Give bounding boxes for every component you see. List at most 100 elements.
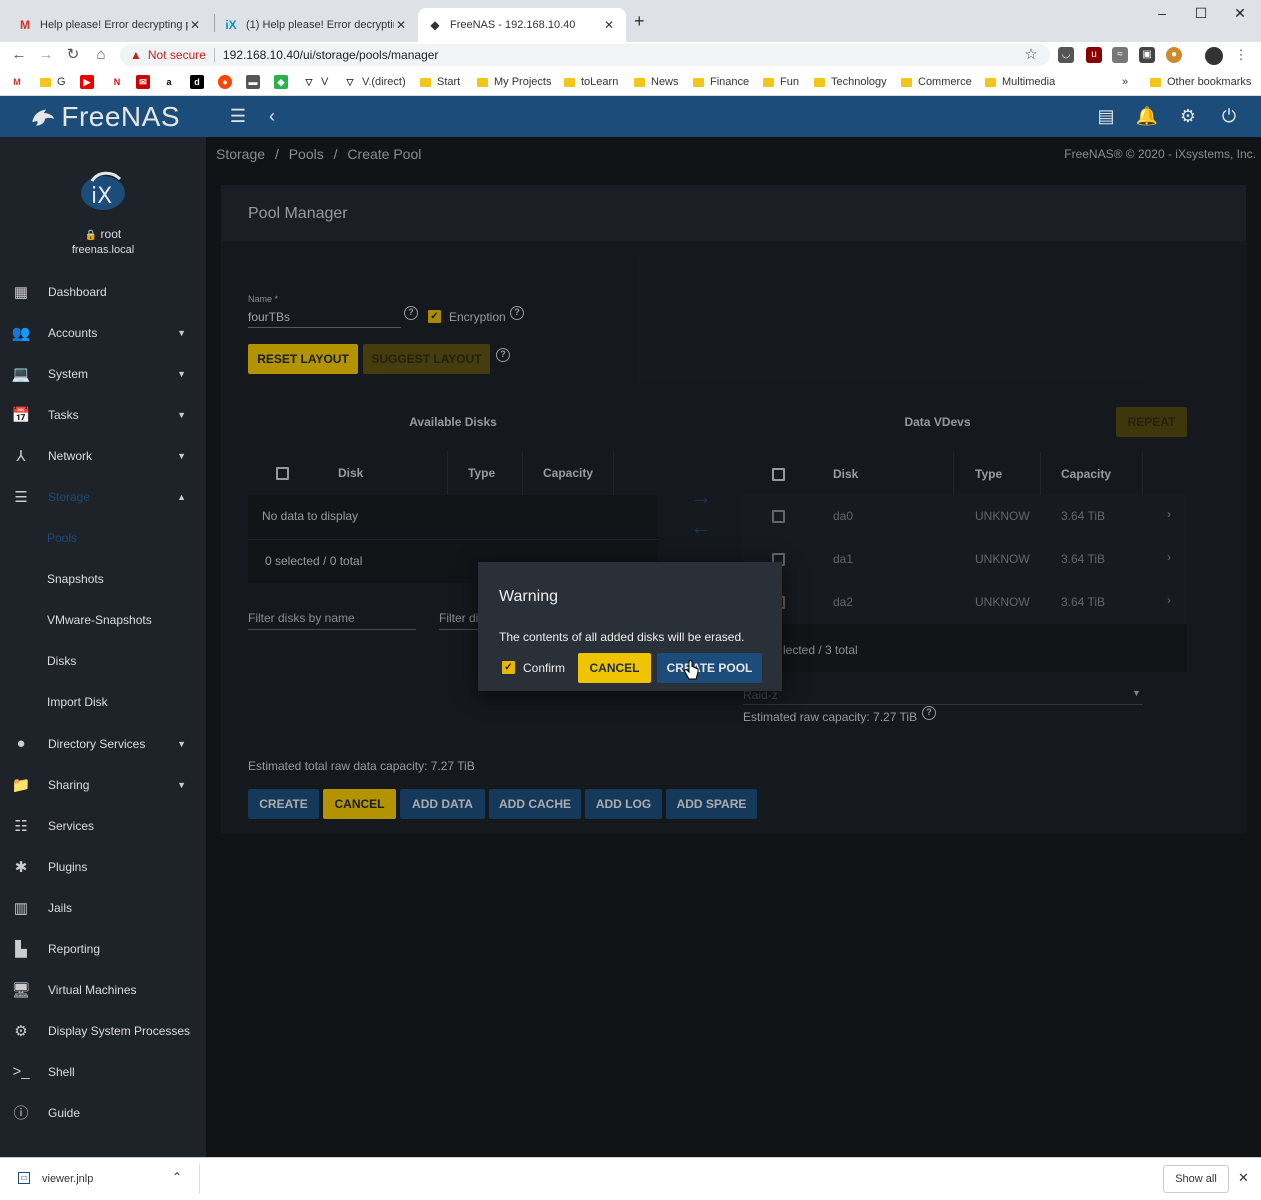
bookmarks-bar: M G ▶ N ✉ a d ● ▬ ◆ ▽ V ▽ V.(direct) Start… — [0, 68, 1261, 96]
bookmark-mail[interactable]: ✉ — [136, 73, 155, 91]
caret-down-icon: ▼ — [177, 779, 186, 790]
browser-tab-ix[interactable]: iX (1) Help please! Error decrypting ✕ — [214, 8, 418, 42]
pocket-icon[interactable]: ◡ — [1058, 47, 1074, 63]
address-bar[interactable]: ▲ Not secure 192.168.10.40/ui/storage/po… — [120, 44, 1050, 66]
nav-tasks[interactable]: 📅 Tasks ▼ — [0, 394, 206, 435]
browser-tab-gmail[interactable]: M Help please! Error decrypting po ✕ — [8, 8, 212, 42]
bell-icon[interactable]: 🔔 — [1135, 104, 1159, 128]
sub-disks[interactable]: Disks — [47, 654, 76, 668]
bookmarks-overflow[interactable]: » — [1122, 73, 1128, 91]
other-bookmarks[interactable]: Other bookmarks — [1150, 73, 1251, 91]
back-icon[interactable]: ← — [8, 44, 30, 66]
window-close-icon[interactable]: ✕ — [1221, 0, 1259, 28]
freenas-logo[interactable]: FreeNAS — [30, 100, 180, 134]
close-icon[interactable]: ✕ — [602, 18, 616, 32]
nav-directory-services[interactable]: ● Directory Services ▼ — [0, 723, 206, 764]
chevron-up-icon[interactable]: ⌃ — [172, 1170, 182, 1184]
sidebar: iX 🔒 root freenas.local ▦ Dashboard 👥 Acco… — [0, 137, 206, 1157]
bookmark-tolearn[interactable]: toLearn — [564, 73, 618, 91]
dialog-cancel-button[interactable]: CANCEL — [578, 653, 651, 683]
hamburger-menu-icon[interactable]: ☰ — [226, 104, 250, 128]
chevron-left-icon[interactable]: ‹ — [260, 104, 284, 128]
storage-icon: ☰ — [14, 488, 28, 506]
processes-icon: ⚙ — [14, 1022, 28, 1040]
close-icon[interactable]: ✕ — [394, 18, 408, 32]
new-tab-icon[interactable]: + — [634, 11, 645, 32]
download-filename[interactable]: viewer.jnlp — [42, 1173, 93, 1185]
tab-title: FreeNAS - 192.168.10.40 — [450, 19, 576, 31]
forward-icon[interactable]: → — [35, 44, 57, 66]
sub-pools[interactable]: Pools — [47, 531, 77, 545]
avatar: iX — [78, 169, 128, 213]
reload-icon[interactable]: ↻ — [62, 44, 84, 66]
bookmark-reddit[interactable]: ● — [218, 73, 237, 91]
bookmark-my-projects[interactable]: My Projects — [477, 73, 551, 91]
bookmark-feedly[interactable]: ◆ — [274, 73, 293, 91]
nav-accounts[interactable]: 👥 Accounts ▼ — [0, 312, 206, 353]
nav-services[interactable]: ☷ Services — [0, 805, 206, 846]
nav-virtual-machines[interactable]: 🖥 Virtual Machines — [0, 969, 206, 1010]
ix-logo-icon: iX — [81, 171, 125, 210]
nav-plugins[interactable]: ✱ Plugins — [0, 846, 206, 887]
caret-down-icon: ▼ — [177, 738, 186, 749]
bookmark-gmail[interactable]: M — [10, 73, 29, 91]
tab-title: (1) Help please! Error decrypting — [246, 19, 394, 31]
nav-shell[interactable]: >_ Shell — [0, 1051, 206, 1092]
bookmark-technology[interactable]: Technology — [814, 73, 887, 91]
bookmark-multimedia[interactable]: Multimedia — [985, 73, 1055, 91]
nav-guide[interactable]: ⓘ Guide — [0, 1092, 206, 1133]
nav-reporting[interactable]: ▙ Reporting — [0, 928, 206, 969]
sub-vmware-snapshots[interactable]: VMware-Snapshots — [47, 613, 152, 627]
bookmark-commerce[interactable]: Commerce — [901, 73, 972, 91]
minimize-icon[interactable]: – — [1143, 0, 1181, 28]
nav-jails[interactable]: ▥ Jails — [0, 887, 206, 928]
nav-sharing[interactable]: 📁 Sharing ▼ — [0, 764, 206, 805]
power-icon[interactable]: ⏻ — [1217, 104, 1241, 128]
extension2-icon[interactable]: ▣ — [1139, 47, 1155, 63]
accounts-icon: 👥 — [11, 324, 31, 342]
cookie-icon[interactable]: ● — [1166, 47, 1182, 63]
confirm-checkbox[interactable]: ✓ — [502, 661, 515, 674]
nav-network[interactable]: ⅄ Network ▼ — [0, 435, 206, 476]
nav-dashboard[interactable]: ▦ Dashboard — [0, 271, 206, 312]
url-text: 192.168.10.40/ui/storage/pools/manager — [222, 48, 439, 62]
extension-icon[interactable]: ≈ — [1112, 47, 1128, 63]
user-host: freenas.local — [71, 244, 135, 256]
sub-import-disk[interactable]: Import Disk — [47, 695, 108, 709]
show-all-button[interactable]: Show all — [1163, 1165, 1229, 1193]
sub-snapshots[interactable]: Snapshots — [47, 572, 104, 586]
profile-avatar[interactable] — [1205, 47, 1223, 65]
browser-tabstrip: M Help please! Error decrypting po ✕ iX … — [0, 0, 1261, 42]
gear-icon[interactable]: ⚙ — [1176, 104, 1200, 128]
bookmark-amazon[interactable]: a — [162, 73, 181, 91]
bookmark-start[interactable]: Start — [420, 73, 460, 91]
caret-down-icon: ▼ — [177, 409, 186, 420]
dialog-message: The contents of all added disks will be … — [499, 630, 745, 644]
bookmark-finance[interactable]: Finance — [693, 73, 749, 91]
close-icon[interactable]: ✕ — [188, 18, 202, 32]
bookmark-fun[interactable]: Fun — [763, 73, 799, 91]
nav-display-system-processes[interactable]: ⚙ Display System Processes — [0, 1010, 206, 1051]
dashboard-icon: ▦ — [13, 283, 29, 301]
ublock-icon[interactable]: u — [1086, 47, 1102, 63]
star-icon[interactable]: ☆ — [1020, 44, 1042, 66]
menu-icon[interactable]: ⋮ — [1230, 44, 1252, 66]
bookmark-site[interactable]: ▬ — [246, 73, 265, 91]
warning-icon: ▲ — [130, 48, 142, 62]
bookmark-digg[interactable]: d — [190, 73, 209, 91]
bookmark-g[interactable]: G — [40, 73, 66, 91]
clipboard-icon[interactable]: ▤ — [1094, 104, 1118, 128]
nav-system[interactable]: 💻 System ▼ — [0, 353, 206, 394]
bookmark-news[interactable]: News — [634, 73, 679, 91]
network-icon: ⅄ — [16, 447, 26, 465]
dialog-create-pool-button[interactable]: CREATE POOL — [657, 653, 762, 683]
bookmark-v[interactable]: ▽ V — [302, 73, 328, 91]
bookmark-netflix[interactable]: N — [110, 73, 129, 91]
close-icon[interactable]: ✕ — [1238, 1170, 1249, 1186]
bookmark-v-direct[interactable]: ▽ V.(direct) — [343, 73, 406, 91]
bookmark-youtube[interactable]: ▶ — [80, 73, 99, 91]
nav-storage[interactable]: ☰ Storage ▲ — [0, 476, 206, 517]
browser-tab-freenas[interactable]: ◆ FreeNAS - 192.168.10.40 ✕ — [418, 8, 626, 42]
maximize-icon[interactable]: ☐ — [1182, 0, 1220, 28]
home-icon[interactable]: ⌂ — [90, 44, 112, 66]
